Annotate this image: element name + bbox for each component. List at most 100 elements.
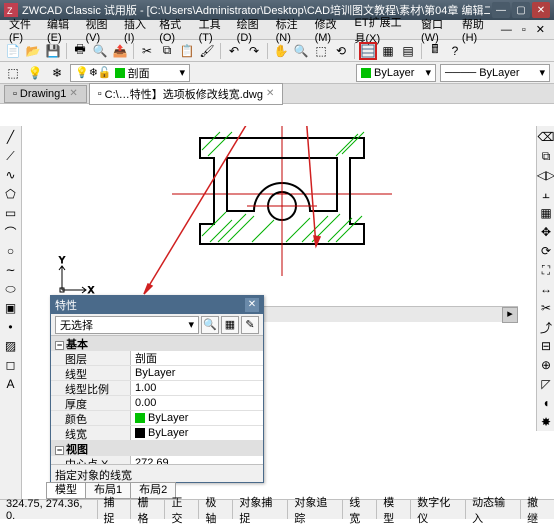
layerprops-icon[interactable]: ⬚ — [4, 64, 22, 82]
extend-icon[interactable]: ⤴ — [537, 318, 554, 336]
lwt-toggle[interactable]: 线宽 — [342, 500, 376, 519]
pickadd-icon[interactable]: ▦ — [221, 316, 239, 334]
grid-toggle[interactable]: 栅格 — [130, 500, 164, 519]
prop-value[interactable]: 剖面 — [131, 351, 263, 365]
menu-insert[interactable]: 插入(I) — [119, 16, 154, 44]
selectobj-icon[interactable]: ✎ — [241, 316, 259, 334]
tab-close-icon[interactable]: ✕ — [69, 88, 77, 99]
open-icon[interactable]: 📂 — [24, 42, 42, 60]
menu-help[interactable]: 帮助(H) — [457, 16, 496, 44]
text-icon[interactable]: A — [2, 375, 20, 393]
tab-model[interactable]: 模型 — [46, 482, 86, 499]
copy-icon[interactable]: ⧉ — [158, 42, 176, 60]
block-icon[interactable]: ▣ — [2, 299, 20, 317]
polygon-icon[interactable]: ⬠ — [2, 185, 20, 203]
prop-value[interactable]: 272.69 — [131, 456, 263, 464]
pline-icon[interactable]: ∿ — [2, 166, 20, 184]
properties-titlebar[interactable]: 特性 ✕ — [51, 296, 263, 314]
hatch-icon[interactable]: ▨ — [2, 337, 20, 355]
menu-view[interactable]: 视图(V) — [81, 16, 120, 44]
quickselect-icon[interactable]: 🔍 — [201, 316, 219, 334]
line-icon[interactable]: ╱ — [2, 128, 20, 146]
ellipse-icon[interactable]: ⬭ — [2, 280, 20, 298]
arc-icon[interactable]: ⌒ — [2, 223, 20, 241]
pan-icon[interactable]: ✋ — [272, 42, 290, 60]
polar-toggle[interactable]: 极轴 — [198, 500, 232, 519]
menu-modify[interactable]: 修改(M) — [310, 16, 350, 44]
menu-draw[interactable]: 绘图(D) — [232, 16, 271, 44]
model-toggle[interactable]: 模型 — [376, 500, 410, 519]
prop-value[interactable]: ByLayer — [131, 426, 263, 440]
rect-icon[interactable]: ▭ — [2, 204, 20, 222]
erase-icon[interactable]: ⌫ — [537, 128, 554, 146]
break-icon[interactable]: ⊟ — [537, 337, 554, 355]
ortho-toggle[interactable]: 正交 — [164, 500, 198, 519]
array-icon[interactable]: ▦ — [537, 204, 554, 222]
join-icon[interactable]: ⊕ — [537, 356, 554, 374]
dyn-toggle[interactable]: 动态输入 — [465, 500, 520, 519]
otrack-toggle[interactable]: 对象追踪 — [287, 500, 342, 519]
properties-close-icon[interactable]: ✕ — [245, 298, 259, 312]
prop-value[interactable]: ByLayer — [131, 411, 263, 425]
color-dropdown[interactable]: ByLayer ▾ — [356, 64, 436, 82]
layerfreeze-icon[interactable]: ❄ — [48, 64, 66, 82]
toolpalette-icon[interactable]: ▤ — [399, 42, 417, 60]
close-button[interactable]: ✕ — [532, 2, 550, 18]
copy2-icon[interactable]: ⧉ — [537, 147, 554, 165]
zoom-window-icon[interactable]: ⬚ — [312, 42, 330, 60]
circle-icon[interactable]: ○ — [2, 242, 20, 260]
preview-icon[interactable]: 🔍 — [91, 42, 109, 60]
doc-close-button[interactable]: ✕ — [531, 23, 550, 36]
prop-value[interactable]: 0.00 — [131, 396, 263, 410]
misc-toggle[interactable]: 撤继 — [520, 500, 554, 519]
tab-close-icon[interactable]: ✕ — [266, 88, 274, 99]
zoom-prev-icon[interactable]: ⟲ — [332, 42, 350, 60]
snap-toggle[interactable]: 捕捉 — [97, 500, 131, 519]
matchprop-icon[interactable]: 🖌 — [198, 42, 216, 60]
explode-icon[interactable]: ✸ — [537, 413, 554, 431]
prop-group-header[interactable]: −基本 — [51, 336, 131, 350]
menu-tools[interactable]: 工具(T) — [194, 16, 232, 44]
stretch-icon[interactable]: ↔ — [537, 280, 554, 298]
selection-dropdown[interactable]: 无选择 ▾ — [55, 316, 199, 334]
zoom-realtime-icon[interactable]: 🔍 — [292, 42, 310, 60]
prop-group-header[interactable]: −视图 — [51, 441, 131, 455]
scroll-right-icon[interactable]: ▸ — [502, 307, 518, 323]
tab-drawing1[interactable]: ▫ Drawing1 ✕ — [4, 85, 87, 103]
new-icon[interactable]: 📄 — [4, 42, 22, 60]
maximize-button[interactable]: ▢ — [512, 2, 530, 18]
prop-value[interactable]: ByLayer — [131, 366, 263, 380]
trim-icon[interactable]: ✂ — [537, 299, 554, 317]
offset-icon[interactable]: ⫠ — [537, 185, 554, 203]
tablet-toggle[interactable]: 数字化仪 — [410, 500, 465, 519]
menu-format[interactable]: 格式(O) — [154, 16, 193, 44]
layer-icon[interactable]: 💡 — [26, 64, 44, 82]
point-icon[interactable]: • — [2, 318, 20, 336]
layer-dropdown[interactable]: 💡❄🔓 剖面 ▾ — [70, 64, 190, 82]
doc-restore-button[interactable]: ▫ — [517, 24, 531, 36]
xline-icon[interactable]: ⟋ — [2, 147, 20, 165]
help-icon[interactable]: ? — [446, 42, 464, 60]
redo-icon[interactable]: ↷ — [245, 42, 263, 60]
tab-active-doc[interactable]: ▫ C:\…特性】选项板修改线宽.dwg ✕ — [89, 83, 284, 105]
mirror-icon[interactable]: ◁▷ — [537, 166, 554, 184]
undo-icon[interactable]: ↶ — [225, 42, 243, 60]
menu-file[interactable]: 文件(F) — [4, 16, 42, 44]
save-icon[interactable]: 💾 — [44, 42, 62, 60]
prop-value[interactable]: 1.00 — [131, 381, 263, 395]
calc-icon[interactable]: 🖩 — [426, 42, 444, 60]
paste-icon[interactable]: 📋 — [178, 42, 196, 60]
chamfer-icon[interactable]: ◸ — [537, 375, 554, 393]
designcenter-icon[interactable]: ▦ — [379, 42, 397, 60]
print-icon[interactable]: 🖶 — [71, 42, 89, 60]
doc-minimize-button[interactable]: — — [496, 24, 517, 36]
publish-icon[interactable]: 📤 — [111, 42, 129, 60]
properties-icon[interactable] — [359, 42, 377, 60]
spline-icon[interactable]: ∼ — [2, 261, 20, 279]
scale-icon[interactable]: ⛶ — [537, 261, 554, 279]
cut-icon[interactable]: ✂ — [138, 42, 156, 60]
menu-dim[interactable]: 标注(N) — [271, 16, 310, 44]
fillet-icon[interactable]: ◖ — [537, 394, 554, 412]
rotate-icon[interactable]: ⟳ — [537, 242, 554, 260]
move-icon[interactable]: ✥ — [537, 223, 554, 241]
